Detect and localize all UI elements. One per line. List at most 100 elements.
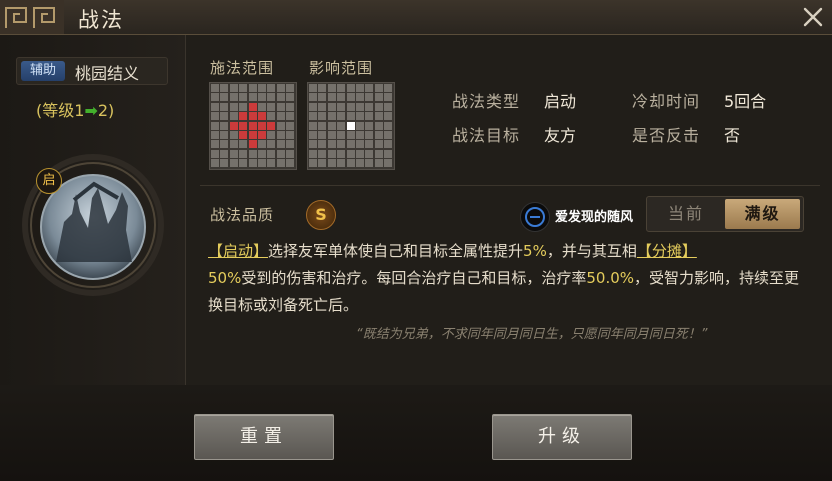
skill-type-value: 启动 [544,92,577,111]
counter-value: 否 [724,126,741,145]
range-cell [309,93,317,102]
range-cell [211,149,219,158]
range-cell [211,112,219,121]
desc-keyword-share: 【分摊】 [636,242,697,260]
range-cell [309,149,317,158]
range-cell [327,149,336,158]
range-cell [356,131,364,139]
range-cell [365,102,374,111]
range-cell [248,159,257,168]
range-cell [267,140,276,149]
range-cell [384,121,393,130]
action-bar [0,385,832,481]
range-cell [229,131,238,139]
skill-icon: 启 [18,150,168,300]
cooldown-value: 5回合 [724,92,767,111]
range-cell [276,84,285,92]
range-cell [276,149,285,158]
upgrade-button[interactable]: 升级 [492,414,632,460]
range-cell [318,149,327,158]
range-cell [309,84,317,92]
toggle-max-button[interactable]: 满级 [725,199,800,229]
range-cell [384,84,393,92]
range-cell [276,112,285,121]
range-cell [346,131,355,139]
range-cell [374,121,383,130]
skill-name-box: 辅助 桃园结义 [16,57,168,85]
desc-keyword-start: 【启动】 [208,242,269,260]
cooldown-label: 冷却时间 [632,92,701,111]
close-icon[interactable] [800,4,826,30]
range-cell [267,159,276,168]
range-cell [318,93,327,102]
range-cell [346,84,355,92]
window-title: 战法 [78,8,124,32]
range-cell [286,140,295,149]
range-cell [318,102,327,111]
level-to: 2) [97,101,115,120]
range-cell [356,93,364,102]
range-cell [248,149,257,158]
range-cell [384,102,393,111]
range-cell [276,102,285,111]
range-cell [239,102,248,111]
range-cell [327,112,336,121]
range-cell [356,112,364,121]
range-cell [374,102,383,111]
range-cell [365,131,374,139]
range-cell [286,93,295,102]
range-cell [276,121,285,130]
range-cell [309,159,317,168]
range-cell [337,84,346,92]
range-cell [346,149,355,158]
range-cell [309,140,317,149]
range-cell-active [248,121,257,130]
range-cell-active [248,102,257,111]
range-cell [211,93,219,102]
range-cell [220,159,229,168]
range-cell [384,112,393,121]
range-cell [356,102,364,111]
range-cell-active [239,121,248,130]
range-cell [229,93,238,102]
range-cell [374,112,383,121]
range-cell [337,131,346,139]
range-cell-active [239,112,248,121]
range-cell [258,149,266,158]
range-cell [276,159,285,168]
reset-button[interactable]: 重置 [194,414,334,460]
level-arrow-icon: ➡ [84,101,98,120]
range-cell [318,131,327,139]
range-cell-active [346,121,355,130]
range-cell [267,93,276,102]
range-cell [374,159,383,168]
range-cell [356,159,364,168]
range-cell [258,84,266,92]
range-cell-active [248,131,257,139]
range-cell [220,112,229,121]
range-cell [318,84,327,92]
range-cell [276,131,285,139]
range-cell [286,131,295,139]
range-cell-active [248,112,257,121]
range-cell [267,131,276,139]
range-cell [356,84,364,92]
range-cell [309,102,317,111]
range-cell [384,93,393,102]
range-cell [211,140,219,149]
range-cell [239,84,248,92]
range-cell [211,84,219,92]
level-from: (等级1 [36,101,85,120]
toggle-current-button[interactable]: 当前 [649,199,723,229]
range-cell [384,131,393,139]
range-cell [356,140,364,149]
range-cell-active [258,131,266,139]
range-cell [337,159,346,168]
watermark-logo-icon [520,202,550,232]
range-cell [356,121,364,130]
range-cell [327,140,336,149]
range-cell [220,149,229,158]
range-cell [346,159,355,168]
range-cell [384,149,393,158]
range-cell [267,149,276,158]
